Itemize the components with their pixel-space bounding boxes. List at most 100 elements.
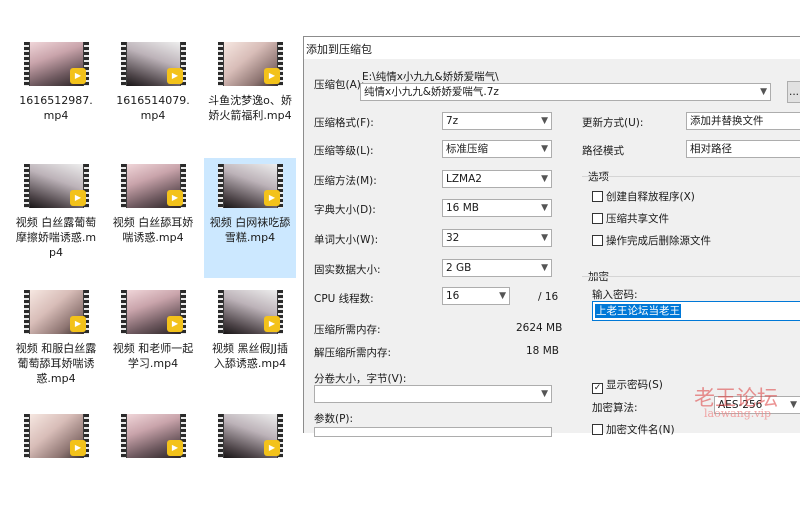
film-strip [121, 290, 126, 334]
password-input[interactable]: 上老王论坛当老王 [592, 301, 800, 321]
chevron-down-icon: ▼ [541, 263, 548, 273]
watermark-url: laowang.vip [704, 407, 772, 420]
file-name: 视频 和老师一起学习.mp4 [112, 342, 194, 370]
file-item[interactable]: ▶ [204, 408, 296, 528]
film-strip [24, 164, 29, 208]
threads-total: / 16 [538, 291, 559, 303]
film-strip [24, 42, 29, 86]
file-item[interactable]: ▶ 1616514079.mp4 [107, 36, 199, 156]
chevron-down-icon: ▼ [541, 203, 548, 213]
video-thumbnail: ▶ [218, 164, 283, 208]
opt-shared-label: 压缩共享文件 [606, 213, 669, 225]
mem-decompress-value: 18 MB [526, 345, 559, 357]
dict-value: 16 MB [446, 202, 479, 214]
player-badge-icon: ▶ [70, 440, 86, 456]
dict-select[interactable]: 16 MB ▼ [442, 199, 552, 217]
file-item[interactable]: ▶ 视频 黑丝假JJ插入舔诱惑.mp4 [204, 284, 296, 404]
params-input[interactable] [314, 427, 552, 437]
threads-label: CPU 线程数: [314, 293, 374, 305]
file-item[interactable]: ▶ 视频 和服白丝露葡萄舔耳娇喘诱惑.mp4 [10, 284, 102, 404]
format-select[interactable]: 7z ▼ [442, 112, 552, 130]
film-strip [24, 290, 29, 334]
video-thumbnail: ▶ [121, 414, 186, 458]
show-password-checkbox[interactable]: ✓ 显示密码(S) [592, 377, 663, 394]
player-badge-icon: ▶ [70, 316, 86, 332]
file-item[interactable]: ▶ 斗鱼沈梦逸o、娇娇火箭福利.mp4 [204, 36, 296, 156]
film-strip [121, 414, 126, 458]
browse-button[interactable]: ... [787, 81, 800, 103]
encrypt-names-label: 加密文件名(N) [606, 424, 675, 436]
file-name: 视频 白网袜吃舔雪糕.mp4 [209, 216, 291, 244]
solid-label: 固实数据大小: [314, 264, 381, 276]
file-item[interactable]: ▶ 视频 白网袜吃舔雪糕.mp4 [204, 158, 296, 278]
player-badge-icon: ▶ [167, 190, 183, 206]
player-badge-icon: ▶ [167, 440, 183, 456]
update-select[interactable]: 添加并替换文件 [686, 112, 800, 130]
opt-delete-label: 操作完成后删除源文件 [606, 235, 711, 247]
level-label: 压缩等级(L): [314, 145, 374, 157]
player-badge-icon: ▶ [264, 190, 280, 206]
film-strip [121, 42, 126, 86]
file-item[interactable]: ▶ 视频 白丝舔耳娇喘诱惑.mp4 [107, 158, 199, 278]
pathmode-select[interactable]: 相对路径 [686, 140, 800, 158]
file-name: 斗鱼沈梦逸o、娇娇火箭福利.mp4 [208, 94, 292, 122]
mem-decompress-label: 解压缩所需内存: [314, 347, 392, 359]
password-value: 上老王论坛当老王 [595, 304, 681, 318]
player-badge-icon: ▶ [167, 68, 183, 84]
file-item[interactable]: ▶ 视频 白丝露葡萄摩擦娇喘诱惑.mp4 [10, 158, 102, 278]
format-label: 压缩格式(F): [314, 117, 374, 129]
film-strip [218, 164, 223, 208]
chevron-down-icon: ▼ [499, 291, 506, 301]
encrypt-names-checkbox[interactable]: 加密文件名(N) [592, 422, 675, 437]
word-select[interactable]: 32 ▼ [442, 229, 552, 247]
archive-name-value: 纯情x小九九&娇娇爱喘气.7z [364, 86, 499, 98]
mem-compress-label: 压缩所需内存: [314, 324, 381, 336]
enc-method-label: 加密算法: [592, 402, 638, 414]
player-badge-icon: ▶ [264, 440, 280, 456]
opt-shared-checkbox[interactable]: 压缩共享文件 [592, 211, 669, 226]
video-thumbnail: ▶ [24, 42, 89, 86]
volume-label: 分卷大小，字节(V): [314, 373, 407, 385]
opt-sfx-checkbox[interactable]: 创建自释放程序(X) [592, 189, 695, 204]
dialog-titlebar[interactable]: 添加到压缩包 [304, 37, 800, 59]
volume-combo[interactable]: ▼ [314, 385, 552, 403]
checkbox-box [592, 235, 603, 246]
method-value: LZMA2 [446, 173, 482, 185]
video-thumbnail: ▶ [24, 290, 89, 334]
update-value: 添加并替换文件 [690, 115, 764, 127]
player-badge-icon: ▶ [70, 190, 86, 206]
video-thumbnail: ▶ [121, 290, 186, 334]
checkbox-box [592, 213, 603, 224]
file-item[interactable]: ▶ 1616512987.mp4 [10, 36, 102, 156]
mem-compress-value: 2624 MB [516, 322, 563, 334]
threads-select[interactable]: 16 ▼ [442, 287, 510, 305]
pathmode-label: 路径模式 [582, 145, 624, 157]
file-item[interactable]: ▶ [107, 408, 199, 528]
file-item[interactable]: ▶ [10, 408, 102, 528]
encrypt-group-line [582, 276, 800, 277]
params-label: 参数(P): [314, 413, 354, 425]
level-select[interactable]: 标准压缩 ▼ [442, 140, 552, 158]
video-thumbnail: ▶ [218, 290, 283, 334]
solid-value: 2 GB [446, 262, 472, 274]
archive-name-combo[interactable]: 纯情x小九九&娇娇爱喘气.7z ▼ [360, 83, 771, 101]
chevron-down-icon: ▼ [760, 87, 767, 97]
chevron-down-icon: ▼ [790, 400, 797, 410]
show-password-label: 显示密码(S) [606, 379, 663, 391]
solid-select[interactable]: 2 GB ▼ [442, 259, 552, 277]
checkbox-box [592, 424, 603, 435]
file-name: 视频 白丝露葡萄摩擦娇喘诱惑.mp4 [15, 216, 97, 259]
explorer-file-grid: ▶ 1616512987.mp4 ▶ 1616514079.mp4 ▶ 斗鱼沈梦逸o、娇娇… [0, 0, 303, 458]
file-item[interactable]: ▶ 视频 和老师一起学习.mp4 [107, 284, 199, 404]
player-badge-icon: ▶ [264, 68, 280, 84]
file-name: 视频 白丝舔耳娇喘诱惑.mp4 [112, 216, 194, 244]
file-name: 视频 黑丝假JJ插入舔诱惑.mp4 [212, 342, 288, 370]
dialog-title: 添加到压缩包 [306, 43, 372, 56]
password-label: 输入密码: [592, 289, 638, 301]
player-badge-icon: ▶ [167, 316, 183, 332]
film-strip [218, 414, 223, 458]
method-select[interactable]: LZMA2 ▼ [442, 170, 552, 188]
file-name: 1616512987.mp4 [19, 94, 93, 122]
threads-value: 16 [446, 290, 460, 302]
opt-delete-checkbox[interactable]: 操作完成后删除源文件 [592, 233, 711, 248]
